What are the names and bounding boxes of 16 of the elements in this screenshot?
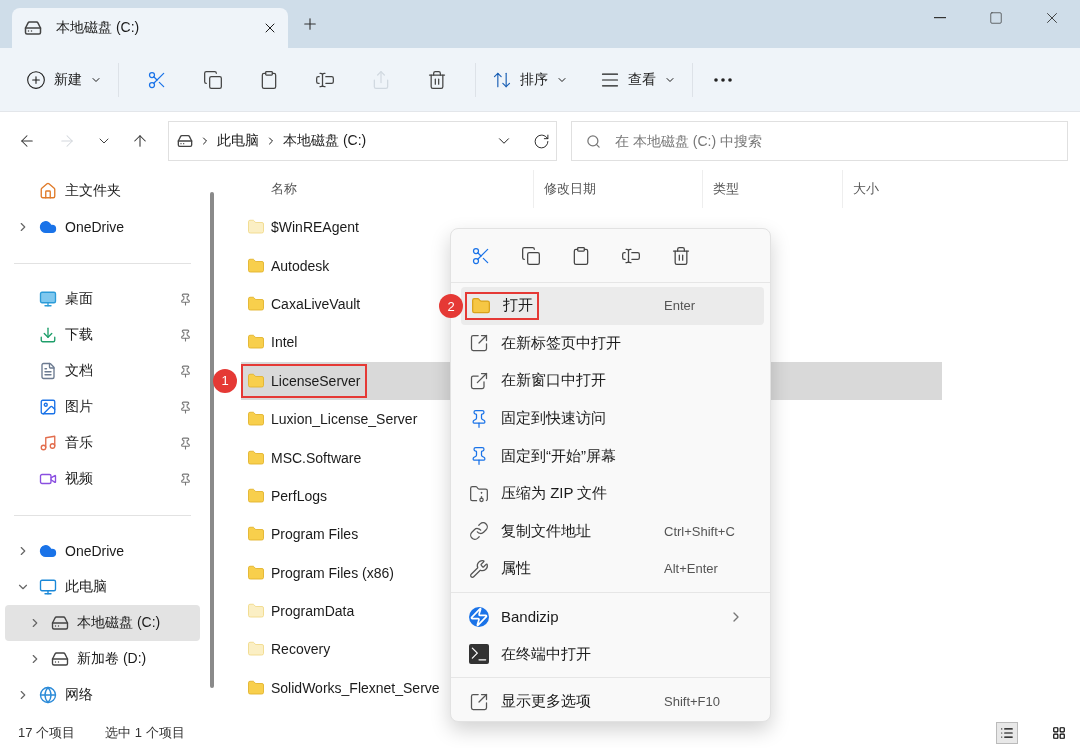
file-name: CaxaLiveVault xyxy=(271,295,361,312)
file-name: Program Files (x86) xyxy=(271,564,394,581)
file-name: MSC.Software xyxy=(271,449,362,466)
step-badge: 1 xyxy=(213,368,237,393)
file-name: $WinREAgent xyxy=(271,219,359,236)
file-name: Intel xyxy=(271,334,298,351)
file-name: PerfLogs xyxy=(271,487,328,504)
file-name: Autodesk xyxy=(271,257,330,274)
file-name: Luxion_License_Server xyxy=(271,411,418,428)
file-name: LicenseServer xyxy=(271,372,361,389)
file-name: ProgramData xyxy=(271,603,355,620)
item-count: 17 个项目 xyxy=(18,724,76,742)
file-name: Recovery xyxy=(271,641,331,658)
file-name: SolidWorks_Flexnet_Serve xyxy=(271,679,440,696)
file-name: Program Files xyxy=(271,526,359,543)
selection-count: 选中 1 个项目 xyxy=(105,724,185,742)
